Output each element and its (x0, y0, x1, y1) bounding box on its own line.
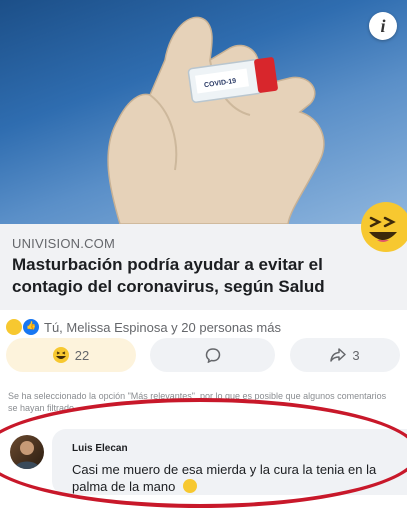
link-source: UNIVISION.COM (12, 236, 115, 251)
post-image[interactable]: COVID-19 i (0, 0, 407, 224)
gloved-hand-holding-vial-illustration (107, 16, 325, 224)
smile-emoji-icon (182, 479, 197, 493)
comment: Luis Elecan Casi me muero de esa mierda … (0, 425, 407, 500)
comment-icon (205, 347, 221, 364)
link-headline[interactable]: Masturbación podría ayudar a evitar el c… (12, 254, 362, 298)
comment-bubble: Luis Elecan Casi me muero de esa mierda … (52, 429, 407, 495)
link-preview[interactable]: UNIVISION.COM Masturbación podría ayudar… (0, 224, 407, 310)
relevance-notice: Se ha seleccionado la opción "Más releva… (8, 391, 387, 413)
comment-button[interactable] (150, 338, 275, 372)
share-button[interactable]: 3 (290, 338, 400, 372)
haha-emoji-icon (52, 347, 69, 363)
reaction-count: 22 (74, 347, 90, 363)
avatar[interactable] (10, 435, 44, 469)
comment-text: Casi me muero de esa mierda y la cura la… (72, 461, 407, 495)
comment-body: Casi me muero de esa mierda y la cura la… (72, 462, 377, 494)
reactions-text: Tú, Melissa Espinosa y 20 personas más (44, 319, 281, 335)
share-count: 3 (352, 347, 360, 363)
reaction-button[interactable]: 22 (6, 338, 136, 372)
haha-reaction-icon (6, 319, 22, 335)
post-actions: 22 3 (0, 338, 407, 374)
info-icon[interactable]: i (369, 12, 397, 40)
comment-author[interactable]: Luis Elecan (72, 443, 128, 454)
like-reaction-icon (22, 318, 40, 336)
share-icon (330, 347, 347, 363)
reactions-summary[interactable]: Tú, Melissa Espinosa y 20 personas más (6, 318, 281, 336)
haha-emoji-icon (361, 202, 407, 252)
